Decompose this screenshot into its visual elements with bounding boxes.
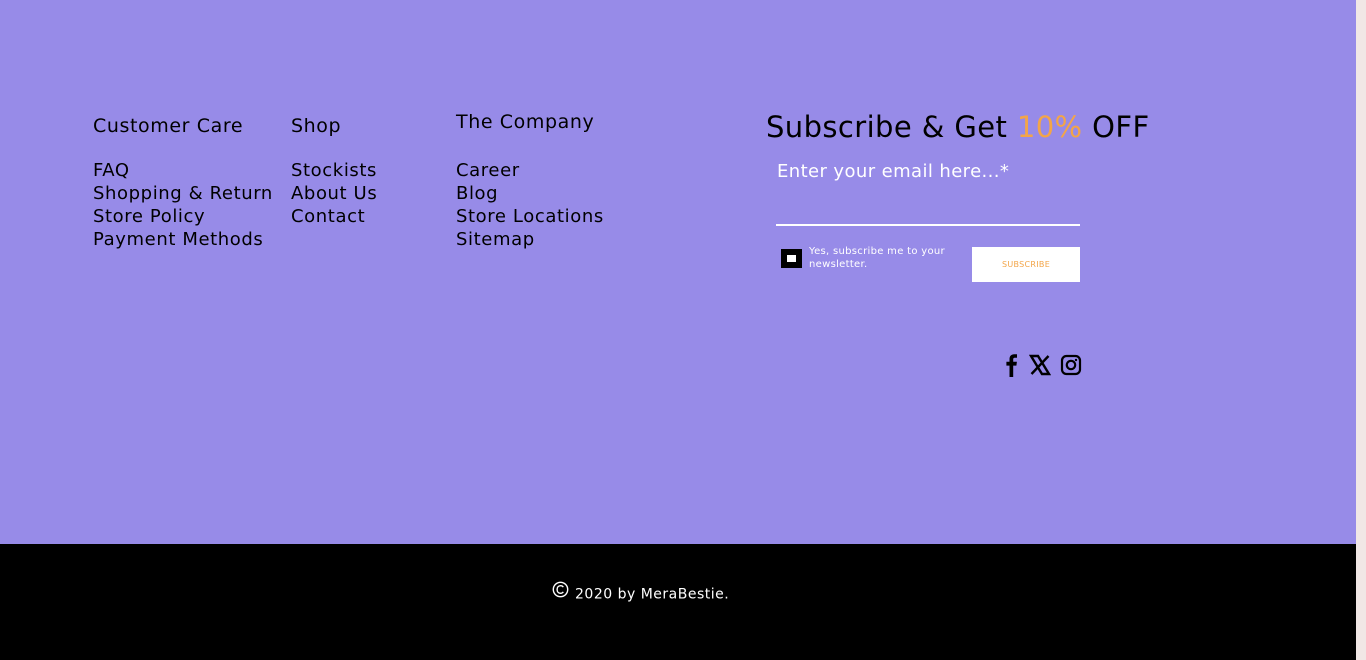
footer-column-shop: Shop Stockists About Us Contact xyxy=(291,115,377,228)
footer-link-career[interactable]: Career xyxy=(456,159,604,182)
link-list: Career Blog Store Locations Sitemap xyxy=(456,159,604,251)
column-heading: The Company xyxy=(456,111,595,133)
footer-link-contact[interactable]: Contact xyxy=(291,205,377,228)
column-heading[interactable]: Shop xyxy=(291,115,377,138)
newsletter-checkbox-label[interactable]: Yes, subscribe me to your newsletter. xyxy=(809,245,949,271)
footer-link-stockists[interactable]: Stockists xyxy=(291,159,377,182)
footer-main: Customer Care FAQ Shopping & Return Stor… xyxy=(0,0,1356,544)
subscribe-title-suffix: OFF xyxy=(1082,110,1150,144)
copyright: 2020 by MeraBestie. xyxy=(552,581,730,606)
footer-link-blog[interactable]: Blog xyxy=(456,182,604,205)
discount-highlight: 10% xyxy=(1016,110,1083,144)
copyright-text: 2020 by MeraBestie. xyxy=(575,586,730,603)
copyright-icon xyxy=(552,581,569,604)
link-list: Stockists About Us Contact xyxy=(291,159,377,228)
footer-column-customer-care: Customer Care FAQ Shopping & Return Stor… xyxy=(93,115,273,251)
subscribe-button[interactable]: SUBSCRIBE xyxy=(972,247,1080,282)
footer-column-company: The Company Career Blog Store Locations … xyxy=(456,111,604,251)
page-edge xyxy=(1356,0,1366,660)
x-icon[interactable] xyxy=(1028,352,1052,382)
footer-link-faq[interactable]: FAQ xyxy=(93,159,273,182)
footer-link-store-policy[interactable]: Store Policy xyxy=(93,205,273,228)
link-list: FAQ Shopping & Return Store Policy Payme… xyxy=(93,159,273,251)
instagram-icon[interactable] xyxy=(1060,352,1082,382)
footer-link-store-locations[interactable]: Store Locations xyxy=(456,205,604,228)
footer-link-payment-methods[interactable]: Payment Methods xyxy=(93,228,273,251)
footer-link-about-us[interactable]: About Us xyxy=(291,182,377,205)
newsletter-checkbox[interactable] xyxy=(781,249,802,268)
facebook-icon[interactable] xyxy=(1000,352,1022,382)
subscribe-title-text: Subscribe & Get xyxy=(766,110,1017,144)
email-field-label: Enter your email here...* xyxy=(777,161,1010,182)
column-heading: Customer Care xyxy=(93,115,244,137)
subscribe-title: Subscribe & Get 10% OFF xyxy=(766,108,1150,146)
social-bar xyxy=(1000,352,1084,378)
footer-link-shopping-return[interactable]: Shopping & Return xyxy=(93,182,273,205)
footer-link-sitemap[interactable]: Sitemap xyxy=(456,228,604,251)
